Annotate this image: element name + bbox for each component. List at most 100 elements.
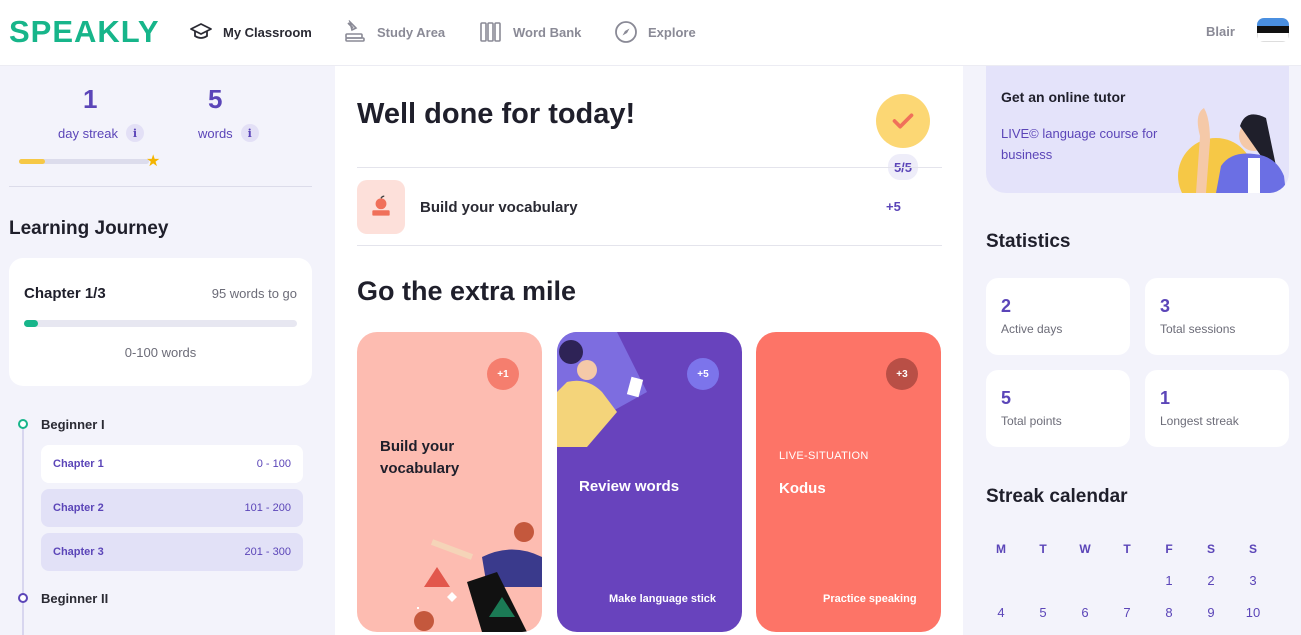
chapter-range-value: 101 - 200 (244, 502, 291, 514)
calendar-day[interactable]: 7 (1115, 605, 1139, 620)
chapter-title: Chapter 1/3 (24, 285, 106, 302)
calendar-day[interactable]: 3 (1241, 573, 1265, 588)
stat-value: 2 (1001, 296, 1012, 316)
books-icon (480, 22, 501, 42)
card-live-situation[interactable]: +3 LIVE-SITUATION Kodus Practice speakin… (756, 332, 941, 632)
stat-total-points: 5 Total points (986, 370, 1130, 447)
nav-word-bank[interactable]: Word Bank (479, 18, 581, 46)
stat-longest-streak: 1 Longest streak (1145, 370, 1289, 447)
stat-label: Total sessions (1160, 322, 1236, 336)
card-title: Review words (579, 478, 680, 495)
calendar-day[interactable]: 8 (1157, 605, 1181, 620)
person-with-shapes-illustration (414, 522, 542, 632)
top-header: SPEAKLY My Classroom Study Area Word Ban… (0, 0, 1301, 66)
calendar-weekday: T (1039, 542, 1047, 556)
daily-goal-title: Well done for today! (357, 98, 636, 130)
speakly-logo[interactable]: SPEAKLY (9, 14, 160, 50)
nav-explore-label: Explore (648, 24, 696, 40)
tutor-waving-illustration (1178, 108, 1286, 193)
streak-progress-fill (19, 159, 45, 164)
calendar-day[interactable]: 10 (1241, 605, 1265, 620)
calendar-weekday: F (1165, 542, 1173, 556)
journey-timeline-line (22, 428, 24, 635)
calendar-weekday: T (1123, 542, 1131, 556)
words-label: words (198, 125, 233, 141)
words-value: 5 (208, 84, 223, 114)
nav-study-area[interactable]: Study Area (343, 18, 445, 46)
statistics-title: Statistics (986, 231, 1071, 252)
stat-total-sessions: 3 Total sessions (1145, 278, 1289, 355)
tutor-description: LIVE© language course for business (1001, 126, 1158, 162)
stat-value: 1 (1160, 388, 1171, 408)
divider (9, 186, 312, 187)
divider (357, 245, 942, 246)
chapter-range-value: 0 - 100 (256, 458, 291, 470)
timeline-dot (18, 593, 28, 603)
card-subtitle: Make language stick (609, 593, 716, 605)
info-icon[interactable]: i (125, 124, 144, 142)
star-icon: ★ (146, 153, 161, 170)
card-subtitle: Practice speaking (823, 593, 917, 605)
user-name[interactable]: Blair (1206, 24, 1235, 39)
chapter-range-value: 201 - 300 (244, 546, 291, 558)
calendar-day[interactable]: 1 (1157, 573, 1181, 588)
stat-label: Active days (1001, 322, 1063, 336)
learning-journey-title: Learning Journey (9, 218, 169, 239)
nav-study-area-label: Study Area (377, 24, 446, 40)
compass-icon (615, 21, 637, 43)
check-icon (892, 113, 914, 129)
nav-word-bank-label: Word Bank (513, 24, 582, 40)
calendar-day[interactable]: 2 (1199, 573, 1223, 588)
chapter-name: Chapter 1 (53, 458, 104, 470)
chapter-name: Chapter 2 (53, 502, 104, 514)
points-badge: +3 (886, 358, 918, 390)
chapter-row-3[interactable]: Chapter 3 201 - 300 (41, 533, 303, 571)
calendar-day[interactable]: 9 (1199, 605, 1223, 620)
calendar-weekday: S (1206, 542, 1215, 556)
streak-label-group: day streak i (58, 124, 144, 142)
words-to-go: 95 words to go (211, 286, 297, 301)
timeline-dot (18, 419, 28, 429)
calendar-weekday: M (996, 542, 1006, 556)
task-label[interactable]: Build your vocabulary (420, 199, 578, 216)
stat-label: Longest streak (1160, 414, 1239, 428)
level-beginner-1[interactable]: Beginner I (41, 417, 105, 432)
words-label-group: words i (198, 124, 259, 142)
chapter-progress-fill (24, 320, 38, 327)
apple-books-icon (357, 180, 405, 234)
stat-value: 3 (1160, 296, 1171, 316)
estonia-flag-icon[interactable] (1257, 18, 1289, 42)
chapter-range: 0-100 words (124, 345, 197, 360)
card-build-vocabulary[interactable]: +1 Build your vocabulary (357, 332, 542, 632)
divider (357, 167, 942, 168)
nav-my-classroom[interactable]: My Classroom (189, 18, 312, 46)
nav-my-classroom-label: My Classroom (223, 24, 312, 40)
study-lamp-icon (345, 20, 365, 42)
calendar-weekday: W (1079, 542, 1091, 556)
chapter-progress-bar (24, 320, 297, 327)
stat-value: 5 (1001, 388, 1012, 408)
left-sidebar: 1 day streak i 5 words i ★ Learning Jour… (0, 66, 322, 635)
streak-calendar-title: Streak calendar (986, 486, 1128, 507)
calendar-day[interactable]: 5 (1031, 605, 1055, 620)
streak-value: 1 (83, 84, 98, 114)
tutor-title: Get an online tutor (1001, 89, 1126, 105)
calendar-day[interactable]: 6 (1073, 605, 1097, 620)
extra-mile-title: Go the extra mile (357, 276, 577, 306)
chapter-row-2[interactable]: Chapter 2 101 - 200 (41, 489, 303, 527)
points-badge: +1 (487, 358, 519, 390)
nav-explore[interactable]: Explore (614, 18, 696, 46)
stat-active-days: 2 Active days (986, 278, 1130, 355)
info-icon[interactable]: i (240, 124, 259, 142)
calendar-day[interactable]: 4 (989, 605, 1013, 620)
streak-label: day streak (58, 125, 118, 141)
level-beginner-2[interactable]: Beginner II (41, 591, 108, 606)
online-tutor-banner[interactable]: Get an online tutor LIVE© language cours… (986, 66, 1289, 193)
person-reading-illustration (557, 332, 647, 447)
card-review-words[interactable]: +5 Review words Make language stick (557, 332, 742, 632)
task-points: +5 (886, 199, 901, 214)
chapter-row-1[interactable]: Chapter 1 0 - 100 (41, 445, 303, 483)
card-title: Build your vocabulary (380, 438, 460, 477)
right-sidebar: Get an online tutor LIVE© language cours… (963, 66, 1301, 635)
flame-check-badge (876, 94, 930, 148)
